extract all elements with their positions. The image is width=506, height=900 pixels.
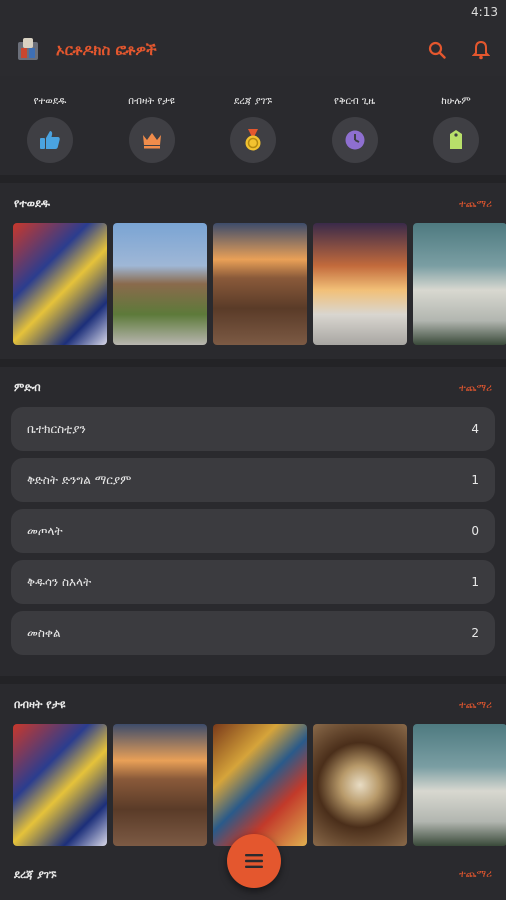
- photo-thumbnail[interactable]: [13, 724, 107, 846]
- app-bar: ኦርቶዶክስ ፎቶዎች: [0, 24, 506, 76]
- category-count: 4: [471, 422, 479, 436]
- category-count: 2: [471, 626, 479, 640]
- divider: [0, 175, 506, 183]
- categories-title: ምድብ: [14, 381, 41, 394]
- category-count: 0: [471, 524, 479, 538]
- category-count: 1: [471, 473, 479, 487]
- quicknav-label: የተወደዱ: [33, 96, 67, 107]
- category-row[interactable]: ቤተክርስቲያን 4: [11, 407, 495, 451]
- quicknav-recent[interactable]: የቅርብ ጊዜ: [305, 96, 405, 163]
- menu-fab-button[interactable]: [227, 834, 281, 888]
- photo-thumbnail[interactable]: [213, 724, 307, 846]
- most-viewed-title: በብዛት የታዩ: [14, 698, 66, 711]
- quicknav-label: በብዛት የታዩ: [128, 96, 175, 107]
- photo-thumbnail[interactable]: [313, 724, 407, 846]
- category-label: ቤተክርስቲያን: [27, 421, 86, 436]
- photo-thumbnail[interactable]: [413, 724, 506, 846]
- quicknav-favorites[interactable]: የተወደዱ: [0, 96, 100, 163]
- clock-icon: [331, 117, 378, 163]
- quicknav-label: ከሁሉም: [441, 96, 471, 107]
- divider: [0, 676, 506, 684]
- category-label: መስቀል: [27, 625, 61, 640]
- category-list: ቤተክርስቲያን 4 ቅድስት ድንግል ማርያም 1 መጦላት 0 ቅዱሳን …: [0, 407, 506, 676]
- quicknav-ranked[interactable]: ደረጃ ያገኙ: [203, 96, 303, 163]
- quicknav-label: የቅርብ ጊዜ: [333, 96, 376, 107]
- photo-thumbnail[interactable]: [113, 223, 207, 345]
- categories-section: ምድብ ተጨማሪ ቤተክርስቲያን 4 ቅድስት ድንግል ማርያም 1 መጦላ…: [0, 367, 506, 676]
- photo-thumbnail[interactable]: [313, 223, 407, 345]
- app-logo-icon: [14, 36, 42, 64]
- photo-thumbnail[interactable]: [113, 724, 207, 846]
- crown-icon: [128, 117, 175, 163]
- favorites-title: የተወደዱ: [14, 197, 50, 210]
- category-row[interactable]: ቅድስት ድንግል ማርያም 1: [11, 458, 495, 502]
- favorites-strip: [0, 223, 506, 359]
- search-icon[interactable]: [426, 39, 448, 61]
- quicknav-label: ደረጃ ያገኙ: [233, 96, 273, 107]
- category-label: መጦላት: [27, 523, 63, 538]
- app-title: ኦርቶዶክስ ፎቶዎች: [56, 41, 157, 59]
- photo-thumbnail[interactable]: [413, 223, 506, 345]
- ranked-more-link[interactable]: ተጨማሪ: [459, 869, 492, 880]
- category-row[interactable]: መስቀል 2: [11, 611, 495, 655]
- categories-more-link[interactable]: ተጨማሪ: [459, 383, 492, 394]
- quick-nav: የተወደዱ በብዛት የታዩ ደረጃ ያገኙ የቅርብ ጊዜ ከሁሉም: [0, 82, 506, 175]
- thumbs-up-icon: [27, 117, 73, 163]
- menu-icon: [245, 854, 263, 868]
- ranked-title: ደረጃ ያገኙ: [14, 868, 57, 881]
- status-bar: 4:13: [0, 0, 506, 24]
- photo-thumbnail[interactable]: [13, 223, 107, 345]
- quicknav-most-viewed[interactable]: በብዛት የታዩ: [102, 96, 202, 163]
- category-label: ቅድስት ድንግል ማርያም: [27, 472, 132, 487]
- divider: [0, 359, 506, 367]
- photo-thumbnail[interactable]: [213, 223, 307, 345]
- medal-icon: [230, 117, 276, 163]
- status-time: 4:13: [471, 5, 498, 19]
- favorites-more-link[interactable]: ተጨማሪ: [459, 199, 492, 210]
- most-viewed-more-link[interactable]: ተጨማሪ: [459, 700, 492, 711]
- quicknav-all[interactable]: ከሁሉም: [406, 96, 506, 163]
- category-label: ቅዱሳን ስእላት: [27, 574, 92, 589]
- favorites-section: የተወደዱ ተጨማሪ: [0, 183, 506, 359]
- category-row[interactable]: መጦላት 0: [11, 509, 495, 553]
- category-row[interactable]: ቅዱሳን ስእላት 1: [11, 560, 495, 604]
- category-count: 1: [471, 575, 479, 589]
- notifications-icon[interactable]: [470, 39, 492, 61]
- tag-icon: [433, 117, 479, 163]
